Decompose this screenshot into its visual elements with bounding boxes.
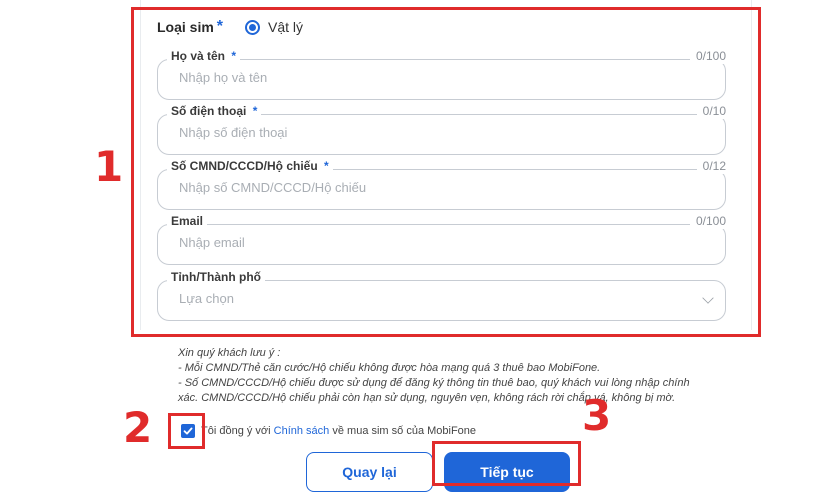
back-button[interactable]: Quay lại [306, 452, 433, 492]
agree-text: Tôi đồng ý với Chính sách về mua sim số … [201, 425, 477, 437]
annotation-box-checkbox [168, 413, 205, 449]
notice-line: - Mỗi CMND/Thẻ căn cước/Hộ chiếu không đ… [178, 362, 601, 374]
notice-text: Xin quý khách lưu ý : - Mỗi CMND/Thẻ căn… [178, 346, 718, 406]
signup-page: Loại sim * Vật lý Họ và tên * 0/100 Nhập… [0, 0, 840, 500]
callout-number-1: 1 [94, 142, 124, 191]
annotation-box-continue [432, 441, 581, 486]
callout-number-2: 2 [123, 403, 153, 452]
notice-title: Xin quý khách lưu ý : [178, 347, 281, 359]
policy-link[interactable]: Chính sách [274, 425, 330, 437]
callout-number-3: 3 [582, 391, 612, 440]
policy-agreement: Tôi đồng ý với Chính sách về mua sim số … [181, 424, 476, 438]
notice-line: - Số CMND/CCCD/Hộ chiếu được sử dụng để … [178, 377, 690, 389]
notice-line: xác. CMND/CCCD/Hộ chiếu phải còn hạn sử … [178, 392, 676, 404]
annotation-box-form [131, 7, 761, 337]
